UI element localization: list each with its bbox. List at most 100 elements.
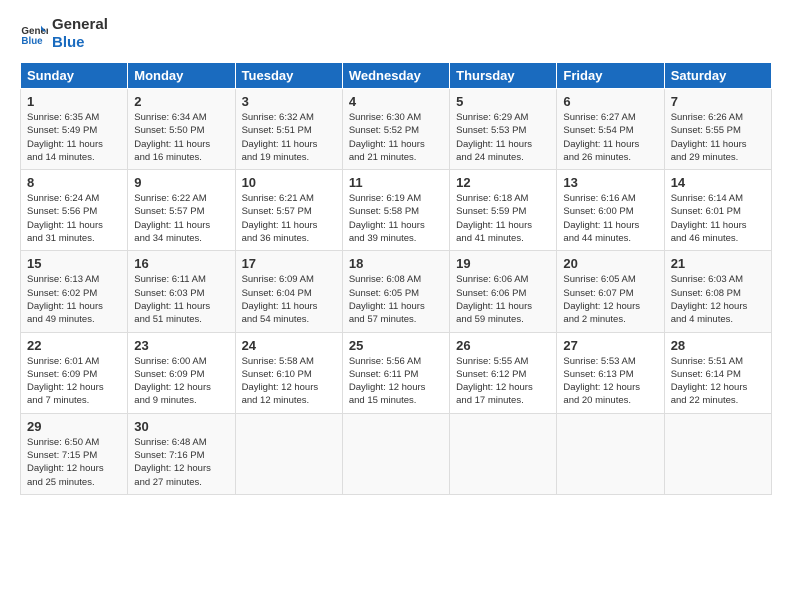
day-detail: Sunrise: 6:03 AM Sunset: 6:08 PM Dayligh…: [671, 273, 765, 326]
day-number: 12: [456, 175, 550, 190]
day-number: 22: [27, 338, 121, 353]
day-number: 3: [242, 94, 336, 109]
day-number: 17: [242, 256, 336, 271]
calendar-cell: 12 Sunrise: 6:18 AM Sunset: 5:59 PM Dayl…: [450, 170, 557, 251]
day-detail: Sunrise: 6:27 AM Sunset: 5:54 PM Dayligh…: [563, 111, 657, 164]
day-number: 7: [671, 94, 765, 109]
day-number: 26: [456, 338, 550, 353]
calendar-cell: [342, 413, 449, 494]
calendar-cell: 23 Sunrise: 6:00 AM Sunset: 6:09 PM Dayl…: [128, 332, 235, 413]
calendar-cell: 28 Sunrise: 5:51 AM Sunset: 6:14 PM Dayl…: [664, 332, 771, 413]
day-number: 1: [27, 94, 121, 109]
col-header-tuesday: Tuesday: [235, 63, 342, 89]
calendar-week-4: 22 Sunrise: 6:01 AM Sunset: 6:09 PM Dayl…: [21, 332, 772, 413]
day-detail: Sunrise: 6:05 AM Sunset: 6:07 PM Dayligh…: [563, 273, 657, 326]
day-detail: Sunrise: 6:32 AM Sunset: 5:51 PM Dayligh…: [242, 111, 336, 164]
calendar-cell: 4 Sunrise: 6:30 AM Sunset: 5:52 PM Dayli…: [342, 89, 449, 170]
col-header-sunday: Sunday: [21, 63, 128, 89]
calendar-cell: 17 Sunrise: 6:09 AM Sunset: 6:04 PM Dayl…: [235, 251, 342, 332]
calendar-cell: 5 Sunrise: 6:29 AM Sunset: 5:53 PM Dayli…: [450, 89, 557, 170]
calendar-cell: 1 Sunrise: 6:35 AM Sunset: 5:49 PM Dayli…: [21, 89, 128, 170]
calendar-cell: 19 Sunrise: 6:06 AM Sunset: 6:06 PM Dayl…: [450, 251, 557, 332]
col-header-saturday: Saturday: [664, 63, 771, 89]
logo-general: General: [52, 16, 108, 34]
col-header-monday: Monday: [128, 63, 235, 89]
logo-icon: General Blue: [20, 20, 48, 48]
day-number: 10: [242, 175, 336, 190]
calendar-table: SundayMondayTuesdayWednesdayThursdayFrid…: [20, 62, 772, 495]
calendar-cell: 25 Sunrise: 5:56 AM Sunset: 6:11 PM Dayl…: [342, 332, 449, 413]
day-detail: Sunrise: 5:55 AM Sunset: 6:12 PM Dayligh…: [456, 355, 550, 408]
day-detail: Sunrise: 5:51 AM Sunset: 6:14 PM Dayligh…: [671, 355, 765, 408]
day-number: 28: [671, 338, 765, 353]
day-number: 25: [349, 338, 443, 353]
calendar-cell: 22 Sunrise: 6:01 AM Sunset: 6:09 PM Dayl…: [21, 332, 128, 413]
day-detail: Sunrise: 5:56 AM Sunset: 6:11 PM Dayligh…: [349, 355, 443, 408]
calendar-header-row: SundayMondayTuesdayWednesdayThursdayFrid…: [21, 63, 772, 89]
calendar-cell: 8 Sunrise: 6:24 AM Sunset: 5:56 PM Dayli…: [21, 170, 128, 251]
day-number: 19: [456, 256, 550, 271]
day-detail: Sunrise: 6:11 AM Sunset: 6:03 PM Dayligh…: [134, 273, 228, 326]
calendar-cell: [235, 413, 342, 494]
calendar-cell: 16 Sunrise: 6:11 AM Sunset: 6:03 PM Dayl…: [128, 251, 235, 332]
day-detail: Sunrise: 6:18 AM Sunset: 5:59 PM Dayligh…: [456, 192, 550, 245]
calendar-cell: 7 Sunrise: 6:26 AM Sunset: 5:55 PM Dayli…: [664, 89, 771, 170]
calendar-cell: 18 Sunrise: 6:08 AM Sunset: 6:05 PM Dayl…: [342, 251, 449, 332]
day-number: 13: [563, 175, 657, 190]
day-detail: Sunrise: 6:21 AM Sunset: 5:57 PM Dayligh…: [242, 192, 336, 245]
calendar-cell: 13 Sunrise: 6:16 AM Sunset: 6:00 PM Dayl…: [557, 170, 664, 251]
day-number: 15: [27, 256, 121, 271]
day-detail: Sunrise: 6:08 AM Sunset: 6:05 PM Dayligh…: [349, 273, 443, 326]
day-detail: Sunrise: 6:01 AM Sunset: 6:09 PM Dayligh…: [27, 355, 121, 408]
day-number: 4: [349, 94, 443, 109]
calendar-cell: 14 Sunrise: 6:14 AM Sunset: 6:01 PM Dayl…: [664, 170, 771, 251]
calendar-cell: 29 Sunrise: 6:50 AM Sunset: 7:15 PM Dayl…: [21, 413, 128, 494]
day-detail: Sunrise: 5:58 AM Sunset: 6:10 PM Dayligh…: [242, 355, 336, 408]
calendar-week-3: 15 Sunrise: 6:13 AM Sunset: 6:02 PM Dayl…: [21, 251, 772, 332]
day-detail: Sunrise: 6:35 AM Sunset: 5:49 PM Dayligh…: [27, 111, 121, 164]
svg-text:Blue: Blue: [21, 36, 43, 47]
calendar-cell: 21 Sunrise: 6:03 AM Sunset: 6:08 PM Dayl…: [664, 251, 771, 332]
col-header-wednesday: Wednesday: [342, 63, 449, 89]
day-number: 21: [671, 256, 765, 271]
day-number: 16: [134, 256, 228, 271]
calendar-cell: 10 Sunrise: 6:21 AM Sunset: 5:57 PM Dayl…: [235, 170, 342, 251]
day-detail: Sunrise: 6:30 AM Sunset: 5:52 PM Dayligh…: [349, 111, 443, 164]
calendar-cell: 30 Sunrise: 6:48 AM Sunset: 7:16 PM Dayl…: [128, 413, 235, 494]
day-number: 9: [134, 175, 228, 190]
day-number: 30: [134, 419, 228, 434]
col-header-friday: Friday: [557, 63, 664, 89]
day-detail: Sunrise: 6:16 AM Sunset: 6:00 PM Dayligh…: [563, 192, 657, 245]
day-detail: Sunrise: 6:13 AM Sunset: 6:02 PM Dayligh…: [27, 273, 121, 326]
day-number: 18: [349, 256, 443, 271]
day-number: 11: [349, 175, 443, 190]
calendar-cell: 20 Sunrise: 6:05 AM Sunset: 6:07 PM Dayl…: [557, 251, 664, 332]
calendar-cell: [557, 413, 664, 494]
day-number: 8: [27, 175, 121, 190]
day-detail: Sunrise: 6:09 AM Sunset: 6:04 PM Dayligh…: [242, 273, 336, 326]
calendar-cell: 24 Sunrise: 5:58 AM Sunset: 6:10 PM Dayl…: [235, 332, 342, 413]
day-detail: Sunrise: 6:48 AM Sunset: 7:16 PM Dayligh…: [134, 436, 228, 489]
logo-blue: Blue: [52, 34, 108, 52]
calendar-cell: 2 Sunrise: 6:34 AM Sunset: 5:50 PM Dayli…: [128, 89, 235, 170]
day-detail: Sunrise: 6:29 AM Sunset: 5:53 PM Dayligh…: [456, 111, 550, 164]
day-detail: Sunrise: 6:50 AM Sunset: 7:15 PM Dayligh…: [27, 436, 121, 489]
day-detail: Sunrise: 6:34 AM Sunset: 5:50 PM Dayligh…: [134, 111, 228, 164]
calendar-cell: 9 Sunrise: 6:22 AM Sunset: 5:57 PM Dayli…: [128, 170, 235, 251]
calendar-cell: 27 Sunrise: 5:53 AM Sunset: 6:13 PM Dayl…: [557, 332, 664, 413]
day-number: 23: [134, 338, 228, 353]
calendar-week-5: 29 Sunrise: 6:50 AM Sunset: 7:15 PM Dayl…: [21, 413, 772, 494]
calendar-cell: [664, 413, 771, 494]
day-number: 5: [456, 94, 550, 109]
col-header-thursday: Thursday: [450, 63, 557, 89]
day-number: 24: [242, 338, 336, 353]
calendar-week-2: 8 Sunrise: 6:24 AM Sunset: 5:56 PM Dayli…: [21, 170, 772, 251]
day-detail: Sunrise: 6:24 AM Sunset: 5:56 PM Dayligh…: [27, 192, 121, 245]
day-detail: Sunrise: 6:00 AM Sunset: 6:09 PM Dayligh…: [134, 355, 228, 408]
calendar-cell: 15 Sunrise: 6:13 AM Sunset: 6:02 PM Dayl…: [21, 251, 128, 332]
calendar-cell: 26 Sunrise: 5:55 AM Sunset: 6:12 PM Dayl…: [450, 332, 557, 413]
day-number: 27: [563, 338, 657, 353]
day-detail: Sunrise: 5:53 AM Sunset: 6:13 PM Dayligh…: [563, 355, 657, 408]
calendar-week-1: 1 Sunrise: 6:35 AM Sunset: 5:49 PM Dayli…: [21, 89, 772, 170]
calendar-cell: [450, 413, 557, 494]
